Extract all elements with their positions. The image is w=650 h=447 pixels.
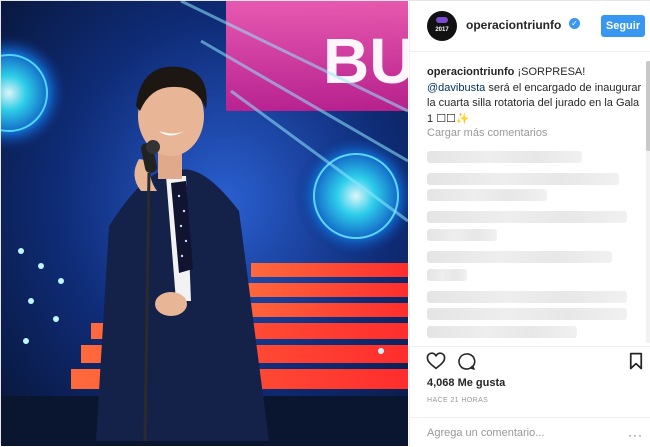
blurred-comment: [427, 173, 619, 185]
caption-username[interactable]: operaciontriunfo: [427, 66, 514, 78]
post-header: 2017 operaciontriunfo ✓ Seguir: [410, 1, 650, 52]
blurred-comment: [427, 211, 627, 223]
post-timestamp[interactable]: HACE 21 HORAS: [427, 397, 488, 404]
blurred-comment: [427, 326, 577, 338]
caption: operaciontriunfo ¡SORPRESA! @davibusta s…: [427, 65, 642, 127]
scrollbar-thumb[interactable]: [646, 61, 650, 151]
username-link[interactable]: operaciontriunfo: [466, 18, 561, 32]
blurred-comment: [427, 151, 582, 163]
more-options-icon[interactable]: ···: [628, 428, 643, 442]
instagram-post: BU 2017 operaciontriunfo ✓ Seguir operac…: [0, 0, 650, 446]
add-comment-bar: ···: [410, 417, 650, 447]
follow-button[interactable]: Seguir: [601, 15, 645, 37]
avatar[interactable]: 2017: [427, 11, 457, 41]
verified-badge-icon: ✓: [569, 18, 580, 29]
stage-sign-letters: BU: [323, 25, 408, 97]
blurred-comment: [427, 308, 627, 320]
post-sidebar: 2017 operaciontriunfo ✓ Seguir operacion…: [409, 1, 650, 446]
heart-icon[interactable]: [426, 352, 446, 370]
caption-text-1: ¡SORPRESA!: [514, 66, 586, 78]
post-photo[interactable]: BU: [1, 1, 408, 446]
comment-input[interactable]: [427, 425, 617, 441]
bookmark-icon[interactable]: [629, 352, 643, 370]
blurred-comment: [427, 251, 612, 263]
caption-emoji: ☐☐✨: [436, 112, 470, 125]
blurred-comment: [427, 229, 497, 241]
blurred-comment: [427, 269, 467, 281]
caption-mention-link[interactable]: @davibusta: [427, 82, 485, 94]
load-more-comments-link[interactable]: Cargar más comentarios: [427, 127, 547, 139]
logo-icon: [436, 17, 448, 23]
action-bar: [410, 346, 650, 375]
comment-icon[interactable]: [457, 352, 476, 371]
comments-scrollbar[interactable]: [646, 61, 650, 343]
blurred-comment: [427, 189, 547, 201]
likes-count[interactable]: 4,068 Me gusta: [427, 377, 505, 389]
stage-photo-graphic: BU: [1, 1, 408, 446]
avatar-text: 2017: [435, 27, 449, 33]
blurred-comment: [427, 291, 627, 303]
